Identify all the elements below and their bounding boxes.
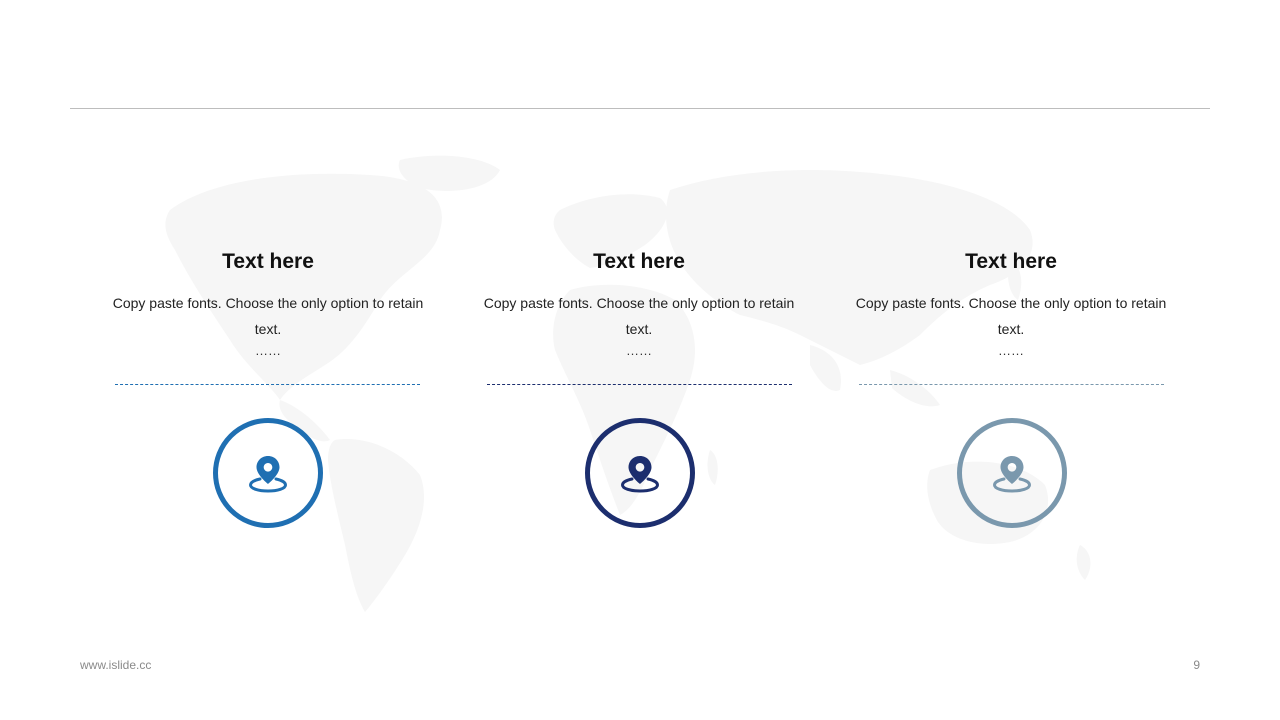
column-title: Text here (593, 250, 685, 273)
dashed-divider-2 (487, 384, 792, 385)
column-ellipsis: …… (998, 343, 1024, 358)
feature-column-2: Text here Copy paste fonts. Choose the o… (479, 248, 799, 358)
column-ellipsis: …… (626, 343, 652, 358)
slide: Text here Copy paste fonts. Choose the o… (0, 0, 1280, 720)
location-pin-icon (620, 456, 660, 493)
column-description: Copy paste fonts. Choose the only option… (855, 295, 1167, 337)
footer-url[interactable]: www.islide.cc (80, 658, 151, 672)
column-title: Text here (222, 250, 314, 273)
column-description: Copy paste fonts. Choose the only option… (483, 295, 795, 337)
column-description: Copy paste fonts. Choose the only option… (112, 295, 424, 337)
feature-column-3: Text here Copy paste fonts. Choose the o… (851, 248, 1171, 358)
column-ellipsis: …… (255, 343, 281, 358)
column-title: Text here (965, 250, 1057, 273)
location-pin-icon (992, 456, 1032, 493)
icon-circle-2 (585, 418, 695, 528)
icon-circle-1 (213, 418, 323, 528)
feature-column-1: Text here Copy paste fonts. Choose the o… (108, 248, 428, 358)
icon-circle-3 (957, 418, 1067, 528)
world-map-background (165, 155, 1091, 612)
dashed-divider-1 (115, 384, 420, 385)
top-divider (70, 108, 1210, 109)
dashed-divider-3 (859, 384, 1164, 385)
location-pin-icon (248, 456, 288, 493)
page-number: 9 (1193, 658, 1200, 672)
